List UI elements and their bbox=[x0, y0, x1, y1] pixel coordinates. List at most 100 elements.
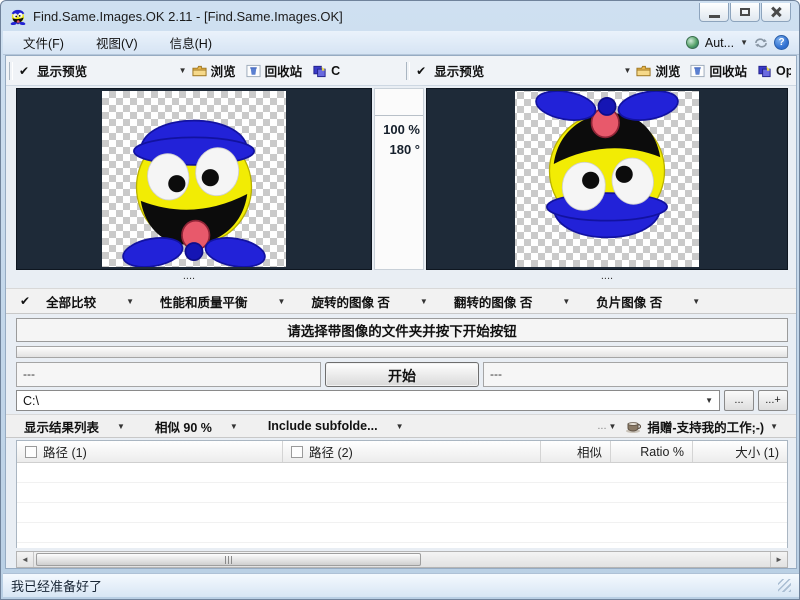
similarity-dropdown[interactable]: 相似 90 % ▼ bbox=[155, 417, 238, 436]
app-window: Find.Same.Images.OK 2.11 - [Find.Same.Im… bbox=[0, 0, 800, 600]
show-preview-right-checkbox[interactable]: ✔ bbox=[416, 64, 426, 78]
window-title: Find.Same.Images.OK 2.11 - [Find.Same.Im… bbox=[33, 8, 343, 24]
path1-label: 路径 (1) bbox=[43, 446, 87, 460]
menu-view[interactable]: 视图(V) bbox=[84, 30, 150, 55]
browse-folder-button[interactable]: ... bbox=[724, 390, 754, 411]
results-table: 路径 (1) 路径 (2) 相似 Ratio % 大小 (1) bbox=[16, 440, 788, 548]
column-header-path1[interactable]: 路径 (1) bbox=[17, 441, 283, 462]
chevron-down-icon: ▼ bbox=[562, 296, 571, 306]
minimize-button[interactable] bbox=[699, 3, 729, 22]
gripper-icon bbox=[9, 61, 13, 80]
select-all-path1-checkbox[interactable] bbox=[25, 445, 37, 458]
select-all-path2-checkbox[interactable] bbox=[291, 445, 303, 458]
scrollbar-thumb[interactable] bbox=[36, 553, 421, 566]
compare-mode-dropdown[interactable]: ✔ 全部比较 ▼ bbox=[20, 292, 134, 311]
show-preview-left-checkbox[interactable]: ✔ bbox=[19, 64, 29, 78]
resize-grip[interactable] bbox=[778, 579, 791, 592]
chevron-down-icon[interactable]: ▼ bbox=[705, 396, 713, 405]
horizontal-scrollbar[interactable]: ◄ ► bbox=[16, 551, 788, 568]
close-icon bbox=[770, 6, 782, 18]
result-list-dropdown[interactable]: 显示结果列表 ▼ bbox=[24, 417, 125, 436]
rotation-value: 180 ° bbox=[389, 141, 420, 157]
extra-left-label: C bbox=[331, 63, 341, 78]
status-field-right: --- bbox=[483, 362, 788, 387]
recycle-bin-icon bbox=[246, 64, 261, 77]
language-dropdown-icon[interactable]: ▼ bbox=[740, 38, 748, 47]
column-header-similar[interactable]: 相似 bbox=[541, 441, 611, 462]
add-folder-button[interactable]: ...+ bbox=[758, 390, 788, 411]
recycle-right-button[interactable]: 回收站 bbox=[685, 59, 752, 82]
scroll-right-icon[interactable]: ► bbox=[770, 552, 787, 567]
status-text: 我已经准备好了 bbox=[11, 579, 103, 594]
flipped-images-dropdown[interactable]: 翻转的图像 否 ▼ bbox=[454, 292, 570, 311]
column-header-size[interactable]: 大小 (1) bbox=[693, 441, 787, 462]
browse-left-button[interactable]: 浏览 bbox=[187, 59, 241, 82]
recycle-right-label: 回收站 bbox=[709, 65, 747, 79]
preview-left-dropdown-icon[interactable]: ▼ bbox=[179, 66, 187, 75]
update-icon[interactable] bbox=[754, 37, 768, 48]
maximize-button[interactable] bbox=[730, 3, 760, 22]
preview-image-right bbox=[515, 85, 699, 267]
more-dropdown[interactable]: ... ▼ bbox=[597, 420, 616, 432]
results-table-body[interactable] bbox=[17, 463, 787, 548]
coffee-cup-icon bbox=[626, 421, 642, 433]
chevron-down-icon: ▼ bbox=[117, 421, 125, 431]
maximize-icon bbox=[740, 8, 750, 16]
instruction-message: 请选择带图像的文件夹并按下开始按钮 bbox=[16, 318, 788, 342]
preview-right-dropdown-icon[interactable]: ▼ bbox=[624, 66, 632, 75]
help-icon[interactable]: ? bbox=[774, 35, 789, 50]
result-options-bar: 显示结果列表 ▼ 相似 90 % ▼ Include subfolde... ▼… bbox=[6, 414, 796, 438]
toolbar-right: ✔ 显示预览 ▼ 浏览 回收站 Op bbox=[403, 56, 796, 85]
rotated-images-label: 旋转的图像 否 bbox=[311, 295, 390, 310]
show-preview-left-label: 显示预览 bbox=[37, 65, 88, 79]
chevron-down-icon: ▼ bbox=[229, 421, 238, 431]
zoom-rotation-strip: 100 % 180 ° bbox=[374, 88, 424, 270]
extra-left-button[interactable]: C bbox=[307, 62, 345, 80]
preview-panel-left[interactable] bbox=[16, 88, 372, 273]
donate-link[interactable]: 捐赠-支持我的工作;-) ▼ bbox=[616, 417, 778, 436]
compare-checkbox[interactable]: ✔ bbox=[20, 294, 30, 308]
preview-panel-right[interactable] bbox=[426, 85, 788, 270]
language-globe-icon bbox=[685, 36, 699, 49]
path2-label: 路径 (2) bbox=[309, 446, 353, 460]
minimize-icon bbox=[708, 14, 720, 18]
results-table-header: 路径 (1) 路径 (2) 相似 Ratio % 大小 (1) bbox=[17, 441, 787, 463]
client-area: ✔ 显示预览 ▼ 浏览 回收站 C ✔ 显示预览 ▼ 浏览 回收站 O 100 … bbox=[5, 55, 797, 569]
gripper-icon bbox=[406, 61, 411, 80]
quality-dropdown[interactable]: 性能和质量平衡 ▼ bbox=[160, 292, 285, 311]
menu-bar: 文件(F) 视图(V) 信息(H) Aut... ▼ ? bbox=[3, 31, 799, 55]
preview-caption-left: .... bbox=[182, 270, 196, 282]
browse-right-button[interactable]: 浏览 bbox=[631, 59, 685, 82]
chevron-down-icon: ▼ bbox=[126, 296, 134, 306]
start-button[interactable]: 开始 bbox=[325, 362, 479, 387]
chevron-down-icon: ▼ bbox=[608, 421, 617, 431]
chevron-down-icon: ▼ bbox=[770, 421, 778, 431]
compare-options-bar: ✔ 全部比较 ▼ 性能和质量平衡 ▼ 旋转的图像 否 ▼ 翻转的图像 否 ▼ 负… bbox=[6, 288, 796, 314]
folder-icon bbox=[192, 65, 207, 76]
menu-info[interactable]: 信息(H) bbox=[158, 30, 224, 55]
language-selector[interactable]: Aut... bbox=[705, 36, 734, 50]
similarity-label: 相似 90 % bbox=[154, 420, 212, 435]
progress-bar bbox=[16, 346, 788, 358]
scroll-left-icon[interactable]: ◄ bbox=[17, 552, 34, 567]
column-header-ratio[interactable]: Ratio % bbox=[611, 441, 693, 462]
subfolders-dropdown[interactable]: Include subfolde... ▼ bbox=[268, 419, 404, 433]
ratio-label: Ratio % bbox=[640, 444, 684, 459]
menu-file[interactable]: 文件(F) bbox=[11, 30, 76, 55]
size-label: 大小 (1) bbox=[735, 446, 779, 460]
result-list-label: 显示结果列表 bbox=[24, 420, 100, 435]
folder-path-combobox[interactable]: C:\ ▼ bbox=[16, 390, 720, 411]
extra-right-button[interactable]: Op bbox=[752, 62, 796, 80]
compare-mode-label: 全部比较 bbox=[46, 295, 97, 310]
recycle-left-button[interactable]: 回收站 bbox=[241, 59, 308, 82]
browse-left-label: 浏览 bbox=[210, 65, 236, 79]
close-button[interactable] bbox=[761, 3, 791, 22]
status-bar: 我已经准备好了 bbox=[3, 573, 799, 597]
rotated-images-dropdown[interactable]: 旋转的图像 否 ▼ bbox=[311, 292, 427, 311]
column-header-path2[interactable]: 路径 (2) bbox=[283, 441, 541, 462]
similar-label: 相似 bbox=[576, 446, 602, 460]
copy-icon bbox=[758, 65, 771, 77]
negative-images-dropdown[interactable]: 负片图像 否 ▼ bbox=[596, 292, 700, 311]
chevron-down-icon: ▼ bbox=[277, 296, 286, 306]
status-field-left: --- bbox=[16, 362, 321, 387]
